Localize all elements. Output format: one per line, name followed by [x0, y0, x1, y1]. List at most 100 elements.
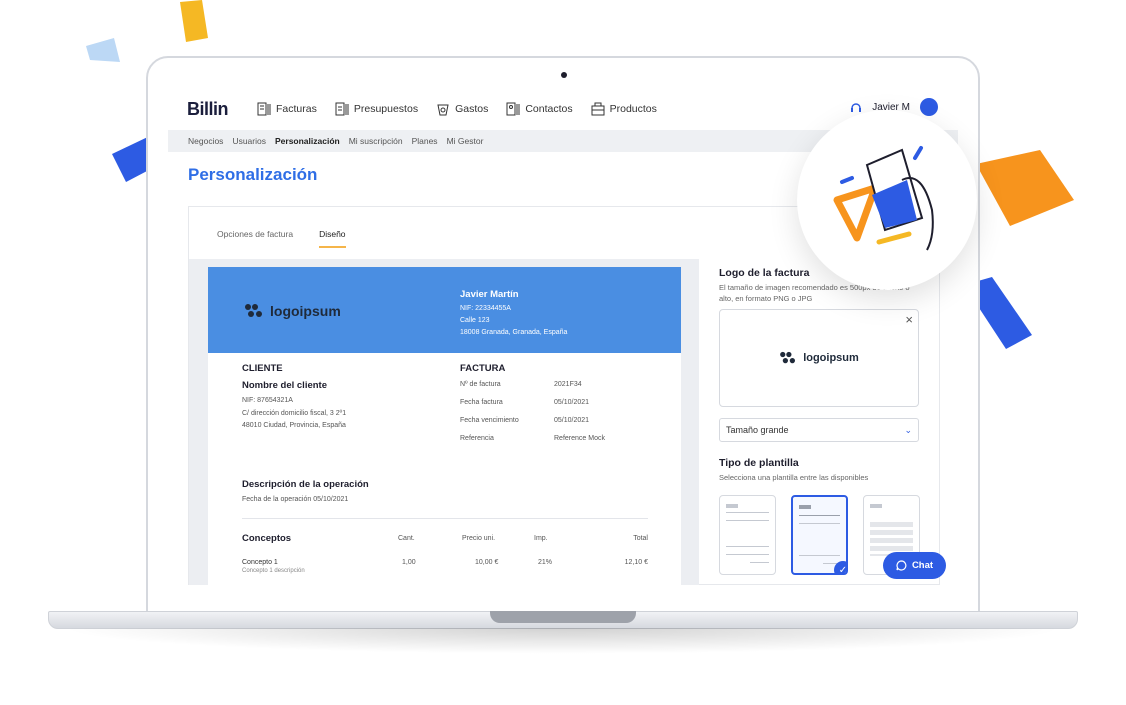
check-icon: ✓ — [834, 561, 846, 573]
operation-date: 05/10/2021 — [313, 496, 349, 503]
issuer-nif: NIF: 22334455A — [460, 305, 511, 312]
template-option-2[interactable]: ✓ — [791, 495, 848, 575]
detail-label: Referencia — [460, 435, 494, 442]
laptop-mockup: Billin Facturas Presupuestos Gastos Cont… — [0, 0, 1126, 705]
concept-desc: Concepto 1 descripción — [242, 568, 305, 574]
template-section-desc: Selecciona una plantilla entre las dispo… — [719, 473, 869, 482]
detail-row: Referencia Reference Mock — [460, 430, 640, 448]
header-total: Total — [633, 535, 648, 542]
concept-price: 10,00 € — [475, 559, 499, 566]
select-value: Tamaño grande — [726, 425, 789, 435]
detail-value: 05/10/2021 — [554, 399, 590, 406]
detail-label: Fecha vencimiento — [460, 417, 519, 424]
concept-qty: 1,00 — [402, 559, 416, 566]
logo-upload-box[interactable]: × logoipsum — [719, 309, 919, 407]
nav-label: Presupuestos — [353, 103, 419, 115]
template-option-1[interactable] — [719, 495, 776, 575]
nav-item-presupuestos[interactable]: Presupuestos — [335, 102, 418, 116]
page-title: Personalización — [188, 165, 318, 184]
client-address1: C/ dirección domicilio fiscal, 3 2º1 — [242, 409, 347, 417]
client-heading: CLIENTE — [242, 363, 283, 374]
main-nav: Facturas Presupuestos Gastos Contactos P… — [257, 102, 657, 116]
detail-value: Reference Mock — [554, 435, 605, 442]
camera-icon — [561, 72, 567, 78]
table-row: Concepto 1 Concepto 1 descripción 1,00 1… — [242, 555, 648, 581]
chat-label: Chat — [911, 560, 934, 571]
divider — [242, 518, 648, 519]
table-header: Conceptos Cant. Precio uni. Imp. Total — [242, 531, 648, 551]
nav-label: Facturas — [276, 103, 317, 115]
operation-date-label: Fecha de la operación — [242, 496, 312, 503]
tab-opciones-factura[interactable]: Opciones de factura — [217, 229, 293, 248]
chat-icon — [896, 560, 907, 571]
logoipsum-icon — [780, 351, 796, 364]
quote-icon — [335, 102, 349, 116]
brand-logo[interactable]: Billin — [187, 99, 257, 120]
detail-label: Nº de factura — [460, 381, 501, 388]
template-section: Tipo de plantilla Selecciona una plantil… — [719, 457, 868, 483]
paint-illustration-icon — [833, 146, 934, 251]
client-address2: 48010 Ciudad, Provincia, España — [242, 422, 346, 429]
detail-row: Fecha vencimiento 05/10/2021 — [460, 412, 640, 430]
concepts-table: Conceptos Cant. Precio uni. Imp. Total C… — [242, 531, 648, 581]
factura-heading: FACTURA — [460, 363, 506, 374]
laptop-shadow — [60, 628, 1066, 654]
detail-label: Fecha factura — [460, 399, 503, 406]
products-icon — [591, 102, 605, 116]
subnav-item-suscripcion[interactable]: Mi suscripción — [349, 136, 403, 146]
concept-total: 12,10 € — [624, 559, 648, 566]
subnav-item-gestor[interactable]: Mi Gestor — [447, 136, 484, 146]
close-icon[interactable]: × — [905, 312, 913, 327]
invoice-logo: logoipsum — [244, 303, 341, 319]
detail-value: 05/10/2021 — [554, 417, 590, 424]
subnav-item-personalizacion[interactable]: Personalización — [275, 136, 340, 146]
header-price: Precio uni. — [462, 535, 496, 542]
uploaded-logo: logoipsum — [779, 351, 859, 365]
issuer-name: Javier Martín — [460, 289, 519, 300]
operation-heading: Descripción de la operación — [242, 479, 369, 490]
client-nif: NIF: 87654321A — [242, 397, 293, 404]
nav-label: Gastos — [455, 103, 489, 115]
template-section-title: Tipo de plantilla — [719, 457, 799, 469]
contacts-icon — [506, 102, 520, 116]
operation-date-line: Fecha de la operación 05/10/2021 — [242, 494, 369, 507]
tab-diseno[interactable]: Diseño — [319, 229, 346, 248]
detail-row: Nº de factura 2021F34 — [460, 376, 640, 394]
tab-bar: Opciones de factura Diseño — [217, 229, 346, 248]
logoipsum-icon — [245, 304, 262, 317]
chevron-down-icon: ⌄ — [904, 424, 912, 435]
concept-name: Concepto 1 — [242, 559, 278, 566]
concept-tax: 21% — [538, 559, 553, 566]
header-tax: Imp. — [534, 535, 548, 542]
invoice-icon — [257, 102, 271, 116]
nav-label: Productos — [609, 103, 657, 115]
chat-button[interactable]: Chat — [883, 552, 946, 579]
operation-block: Descripción de la operación Fecha de la … — [242, 479, 369, 507]
confetti-yellow — [180, 0, 208, 42]
nav-item-gastos[interactable]: Gastos — [436, 102, 488, 116]
laptop-notch — [490, 611, 636, 623]
subnav-item-negocios[interactable]: Negocios — [188, 136, 223, 146]
nav-label: Contactos — [525, 103, 573, 115]
nav-item-productos[interactable]: Productos — [591, 102, 657, 116]
nav-item-contactos[interactable]: Contactos — [506, 102, 573, 116]
expense-icon — [437, 104, 449, 116]
subnav-item-usuarios[interactable]: Usuarios — [232, 136, 266, 146]
header-concepts: Conceptos — [242, 533, 292, 544]
nav-item-facturas[interactable]: Facturas — [257, 102, 317, 116]
client-name: Nombre del cliente — [242, 380, 327, 391]
confetti-orange — [976, 150, 1074, 226]
detail-row: Fecha factura 05/10/2021 — [460, 394, 640, 412]
issuer-street: Calle 123 — [460, 317, 490, 324]
invoice-header: logoipsum Javier Martín NIF: 22334455A C… — [208, 267, 681, 353]
logo-text: logoipsum — [270, 303, 341, 319]
invoice-preview: logoipsum Javier Martín NIF: 22334455A C… — [208, 267, 681, 585]
client-block: CLIENTE Nombre del cliente NIF: 87654321… — [242, 363, 346, 433]
detail-value: 2021F34 — [554, 381, 582, 388]
invoice-details: FACTURA Nº de factura 2021F34 Fecha factu… — [460, 363, 640, 448]
subnav-item-planes[interactable]: Planes — [412, 136, 438, 146]
confetti-lightblue — [86, 38, 120, 62]
header-qty: Cant. — [398, 535, 415, 542]
issuer-block: Javier Martín NIF: 22334455A Calle 123 1… — [460, 289, 567, 339]
logo-size-select[interactable]: Tamaño grande ⌄ — [719, 418, 919, 442]
